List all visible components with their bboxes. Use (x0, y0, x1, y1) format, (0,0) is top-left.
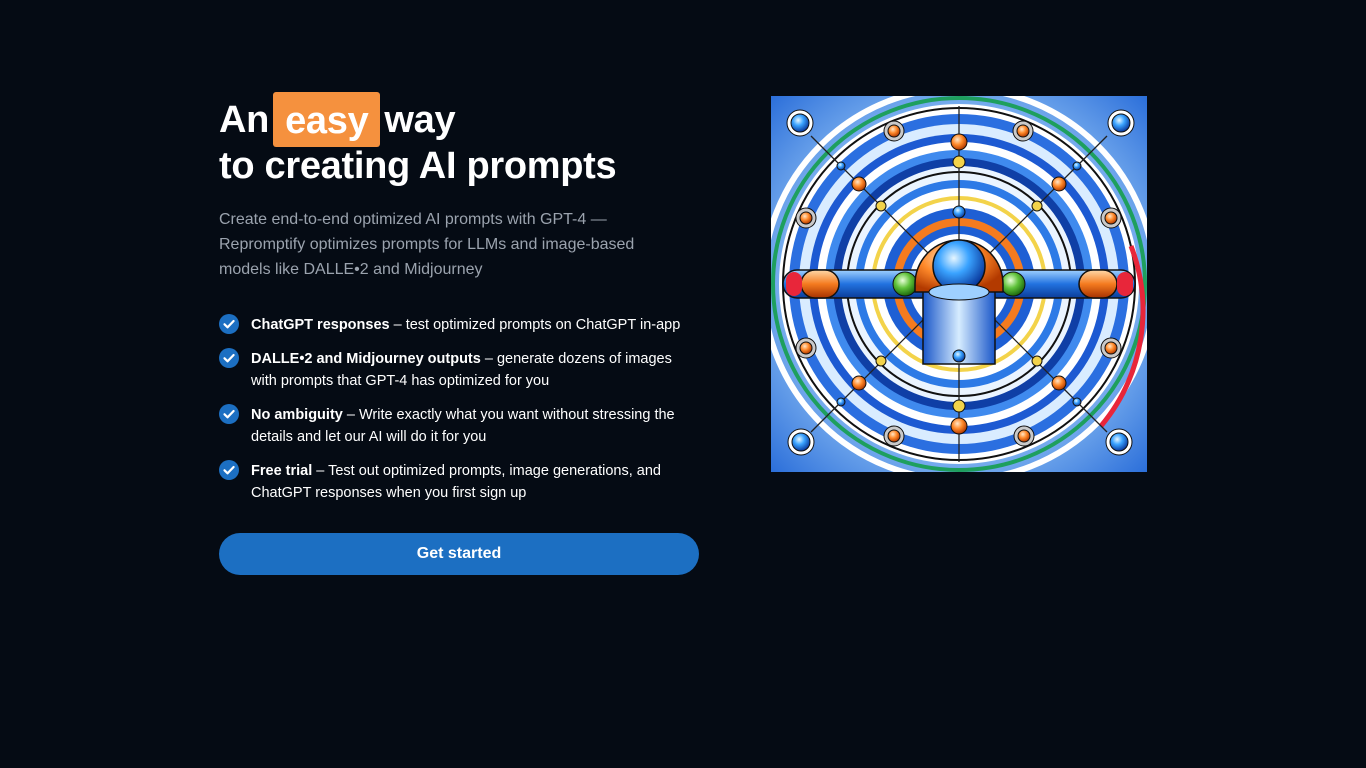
feature-text: – test optimized prompts on ChatGPT in-a… (389, 317, 681, 333)
check-circle-icon (219, 314, 239, 334)
feature-item: ChatGPT responses – test optimized promp… (219, 314, 699, 336)
headline-highlight: easy (273, 92, 381, 147)
feature-title: ChatGPT responses (251, 317, 390, 333)
check-circle-icon (219, 404, 239, 424)
check-circle-icon (219, 348, 239, 368)
headline-suffix: way (384, 99, 456, 141)
feature-item: Free trial – Test out optimized prompts,… (219, 460, 699, 504)
feature-text: – Test out optimized prompts, image gene… (251, 463, 661, 501)
feature-title: DALLE•2 and Midjourney outputs (251, 351, 481, 367)
hero-content: An easy way to creating AI prompts Create … (219, 92, 699, 575)
feature-title: Free trial (251, 463, 313, 479)
hero-headline: An easy way to creating AI prompts (219, 92, 699, 186)
headline-line-1: An easy way (219, 92, 699, 148)
check-circle-icon (219, 460, 239, 480)
feature-item: DALLE•2 and Midjourney outputs – generat… (219, 348, 699, 392)
hero-artwork (771, 96, 1147, 472)
hero-subtitle: Create end-to-end optimized AI prompts w… (219, 211, 635, 278)
feature-title: No ambiguity (251, 407, 343, 423)
headline-prefix: An (219, 99, 270, 141)
headline-line-2: to creating AI prompts (219, 145, 617, 187)
feature-item: No ambiguity – Write exactly what you wa… (219, 404, 699, 448)
get-started-button[interactable]: Get started (219, 533, 699, 575)
landing-page: An easy way to creating AI prompts Create … (0, 0, 1366, 768)
feature-list: ChatGPT responses – test optimized promp… (219, 314, 699, 504)
mandala-illustration (771, 96, 1147, 472)
